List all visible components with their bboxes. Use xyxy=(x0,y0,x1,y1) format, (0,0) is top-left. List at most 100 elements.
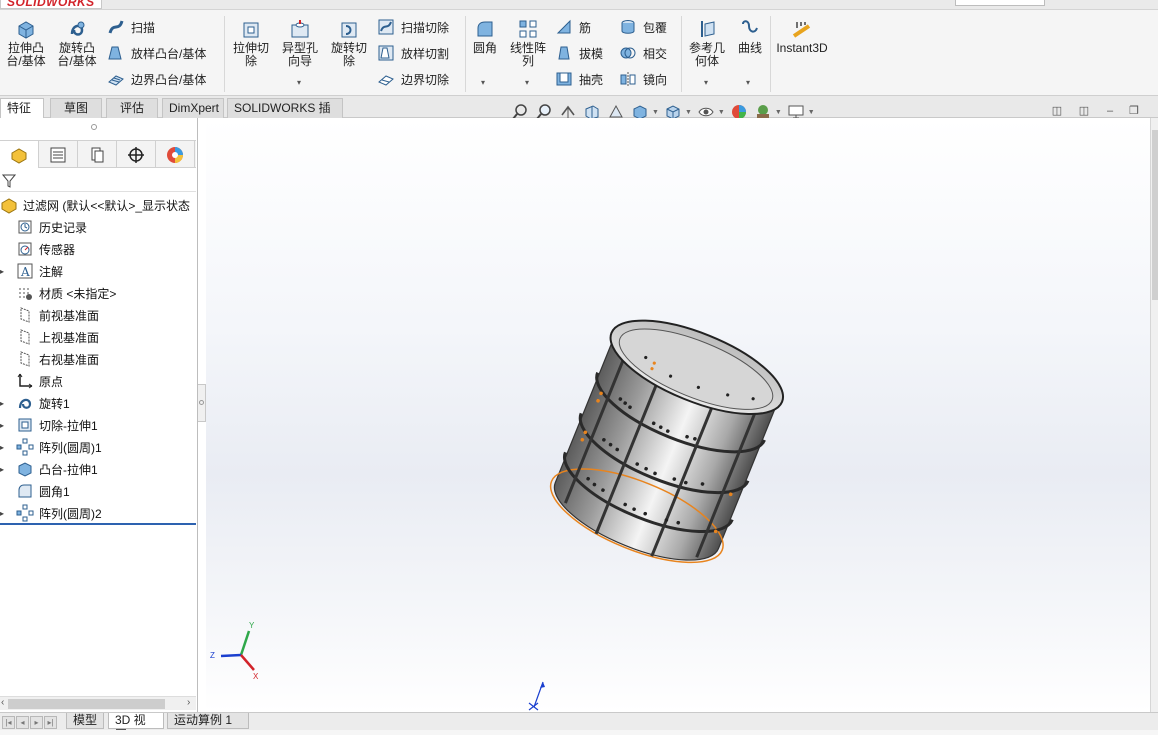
display-style-dropdown[interactable]: ▼ xyxy=(685,109,692,116)
first-tab-icon[interactable]: |◂ xyxy=(2,716,15,729)
revolve-cut-button[interactable]: 旋转切 除 xyxy=(327,18,371,68)
hole-wizard-button[interactable]: 异型孔 向导 xyxy=(278,18,322,68)
tree-filter[interactable] xyxy=(0,170,196,192)
tab-3d-views[interactable]: 3D 视图 xyxy=(108,713,164,735)
graphics-area[interactable]: Y Z X xyxy=(206,118,1150,712)
draft-button[interactable]: 拔模 xyxy=(555,42,603,64)
tab-dimxpert[interactable]: DimXpert xyxy=(162,98,224,118)
plane-icon xyxy=(20,329,30,345)
graphics-vertical-scrollbar[interactable] xyxy=(1150,118,1158,712)
previous-doc-icon[interactable]: ◫ xyxy=(1050,104,1064,118)
filter-mesh-model[interactable] xyxy=(539,301,795,581)
expand-icon[interactable]: ▸ xyxy=(0,509,8,518)
linear-pattern-button[interactable]: 线性阵 列 xyxy=(506,18,550,68)
scroll-thumb[interactable] xyxy=(8,699,165,709)
feature-tree-items: 历史记录 传感器 ▸ A 注解 材质 <未指定> 前视基准面 上视基准面 右视基准面原点 ▸ 旋转1… xyxy=(0,216,196,524)
extrude-boss-button[interactable]: 拉伸凸 台/基体 xyxy=(4,18,48,68)
tree-item[interactable]: ▸ 凸台-拉伸1 xyxy=(0,458,196,480)
tab-evaluate[interactable]: 评估 xyxy=(106,98,158,118)
rib-button[interactable]: 筋 xyxy=(555,16,591,38)
reference-triad[interactable]: Y Z X xyxy=(210,621,259,681)
expand-icon[interactable]: ▸ xyxy=(0,421,8,430)
next-tab-icon[interactable]: ▸ xyxy=(30,716,43,729)
reference-geometry-button[interactable]: 参考几 何体 xyxy=(685,18,729,68)
wrap-button[interactable]: 包覆 xyxy=(619,16,667,38)
fillet-button[interactable]: 圆角 xyxy=(468,18,502,55)
view-settings-dropdown[interactable]: ▼ xyxy=(808,109,815,116)
dimxpertmanager-tab[interactable] xyxy=(117,141,156,168)
tree-item[interactable]: ▸ A 注解 xyxy=(0,260,196,282)
scroll-right-icon[interactable]: › xyxy=(187,697,190,708)
tree-item[interactable]: 上视基准面 xyxy=(0,326,196,348)
linear-pattern-dropdown[interactable]: ▾ xyxy=(525,78,529,87)
triad-x-label: X xyxy=(253,672,259,681)
tab-addins[interactable]: SOLIDWORKS 插件 xyxy=(227,98,343,134)
expand-icon[interactable]: ▸ xyxy=(0,399,8,408)
tab-motion-study[interactable]: 运动算例 1 xyxy=(167,713,249,729)
swept-cut-button[interactable]: 扫描切除 xyxy=(377,16,449,38)
curves-button[interactable]: 曲线 xyxy=(734,18,766,55)
pane-grip[interactable] xyxy=(91,124,97,130)
pane-splitter[interactable] xyxy=(198,384,206,422)
hide-show-dropdown[interactable]: ▼ xyxy=(718,109,725,116)
instant3d-button[interactable]: Instant3D xyxy=(774,18,830,55)
tab-features[interactable]: 特征 xyxy=(0,98,44,118)
boundary-boss-button[interactable]: 边界凸台/基体 xyxy=(107,68,206,90)
configurationmanager-tab[interactable] xyxy=(78,141,117,168)
fillet-dropdown[interactable]: ▾ xyxy=(481,78,485,87)
revolve-boss-button[interactable]: 旋转凸 台/基体 xyxy=(55,18,99,68)
model-canvas[interactable]: Y Z X xyxy=(206,118,1150,712)
search-commands-field[interactable] xyxy=(955,0,1045,6)
tree-item[interactable]: 圆角1 xyxy=(0,480,196,502)
reference-geometry-dropdown[interactable]: ▾ xyxy=(704,78,708,87)
loft-boss-label: 放样凸台/基体 xyxy=(131,46,207,61)
intersect-button[interactable]: 相交 xyxy=(619,42,667,64)
cut-extrude-icon xyxy=(18,418,32,432)
tree-item[interactable]: 传感器 xyxy=(0,238,196,260)
mirror-button[interactable]: 镜向 xyxy=(619,68,667,90)
tree-item[interactable]: 前视基准面 xyxy=(0,304,196,326)
apply-scene-dropdown[interactable]: ▼ xyxy=(775,109,782,116)
expand-icon[interactable]: ▸ xyxy=(0,443,8,452)
featuremanager-tab[interactable] xyxy=(0,141,39,168)
lofted-cut-button[interactable]: 放样切割 xyxy=(377,42,449,64)
displaymanager-tab[interactable] xyxy=(156,141,195,168)
scroll-thumb[interactable] xyxy=(1152,130,1158,300)
shell-button[interactable]: 抽壳 xyxy=(555,68,603,90)
tree-item[interactable]: ▸ 阵列(圆周)2 xyxy=(0,502,196,524)
restore-doc-icon[interactable]: ❐ xyxy=(1127,104,1141,118)
extrude-cut-button[interactable]: 拉伸切 除 xyxy=(229,18,273,68)
tree-item[interactable]: 原点 xyxy=(0,370,196,392)
tab-sketch[interactable]: 草图 xyxy=(50,98,102,118)
solidworks-logo[interactable]: SOLIDWORKS xyxy=(0,0,102,9)
view-orientation-dropdown[interactable]: ▼ xyxy=(652,109,659,116)
tree-item-label: 旋转1 xyxy=(39,396,70,411)
scroll-left-icon[interactable]: ‹ xyxy=(1,697,4,708)
sensor-icon xyxy=(18,242,32,256)
tab-model[interactable]: 模型 xyxy=(66,713,104,729)
extrude-boss-icon xyxy=(18,21,34,39)
tree-item[interactable]: ▸ 阵列(圆周)1 xyxy=(0,436,196,458)
prev-tab-icon[interactable]: ◂ xyxy=(16,716,29,729)
boss-extrude-icon xyxy=(18,462,32,477)
expand-icon[interactable]: ▸ xyxy=(0,267,8,276)
rollback-bar[interactable] xyxy=(0,523,196,525)
tree-item[interactable]: 材质 <未指定> xyxy=(0,282,196,304)
tree-root-part[interactable]: 过滤网 (默认<<默认>_显示状态 xyxy=(0,194,196,216)
hole-wizard-dropdown[interactable]: ▾ xyxy=(297,78,301,87)
expand-icon[interactable]: ▸ xyxy=(0,465,8,474)
tree-item[interactable]: ▸ 切除-拉伸1 xyxy=(0,414,196,436)
next-doc-icon[interactable]: ◫ xyxy=(1077,104,1091,118)
tree-item-label: 原点 xyxy=(39,374,64,389)
curves-dropdown[interactable]: ▾ xyxy=(746,78,750,87)
tree-horizontal-scrollbar[interactable]: ‹ › xyxy=(0,696,196,710)
tree-item[interactable]: 右视基准面 xyxy=(0,348,196,370)
sweep-button[interactable]: 扫描 xyxy=(107,16,155,38)
minimize-doc-icon[interactable]: – xyxy=(1103,104,1117,118)
loft-boss-button[interactable]: 放样凸台/基体 xyxy=(107,42,206,64)
last-tab-icon[interactable]: ▸| xyxy=(44,716,57,729)
propertymanager-tab[interactable] xyxy=(39,141,78,168)
boundary-cut-button[interactable]: 边界切除 xyxy=(377,68,449,90)
tree-item[interactable]: ▸ 旋转1 xyxy=(0,392,196,414)
tree-item[interactable]: 历史记录 xyxy=(0,216,196,238)
